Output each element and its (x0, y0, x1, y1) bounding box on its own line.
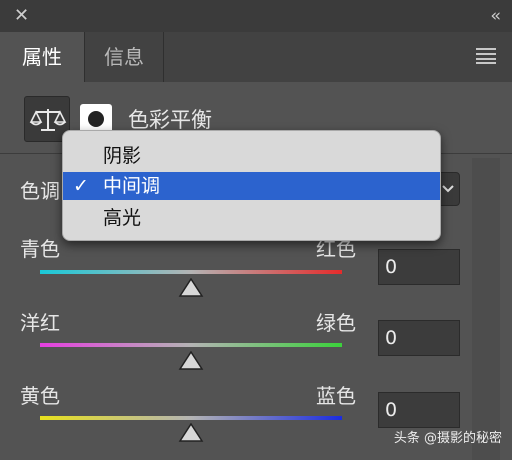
properties-panel: ✕ ‹‹ 属性 信息 色彩平衡 色调 青色 红色 0 洋红 绿色 0 黄色 蓝色… (0, 0, 512, 460)
tab-divider (163, 32, 164, 82)
yellow-blue-gradient (40, 416, 342, 420)
tone-dropdown-menu: 阴影 ✓ 中间调 高光 (62, 130, 441, 241)
dropdown-item-midtones[interactable]: ✓ 中间调 (63, 172, 440, 200)
dropdown-item-shadows[interactable]: 阴影 (63, 142, 440, 170)
scrollbar[interactable] (472, 158, 500, 460)
yellow-blue-slider-thumb[interactable] (178, 423, 204, 443)
magenta-green-slider-thumb[interactable] (178, 351, 204, 371)
panel-menu-icon[interactable] (476, 48, 496, 64)
tab-info[interactable]: 信息 (85, 32, 163, 82)
yellow-blue-value[interactable]: 0 (378, 392, 460, 428)
panel-tabs: 属性 信息 (0, 32, 512, 82)
close-icon[interactable]: ✕ (14, 5, 29, 27)
cyan-red-value[interactable]: 0 (378, 249, 460, 285)
magenta-green-value[interactable]: 0 (378, 320, 460, 356)
magenta-green-gradient (40, 343, 342, 347)
cyan-red-gradient (40, 270, 342, 274)
tone-label: 色调 (20, 179, 60, 203)
dropdown-item-highlights[interactable]: 高光 (63, 204, 440, 232)
tab-properties[interactable]: 属性 (0, 32, 84, 82)
cyan-label: 青色 (20, 237, 60, 261)
collapse-panel-icon[interactable]: ‹‹ (490, 5, 500, 27)
blue-label: 蓝色 (316, 384, 356, 408)
watermark: 头条 @摄影的秘密 (393, 431, 502, 446)
green-label: 绿色 (316, 311, 356, 335)
cyan-red-slider-thumb[interactable] (178, 278, 204, 298)
magenta-label: 洋红 (20, 311, 60, 335)
panel-titlebar: ✕ ‹‹ (0, 0, 512, 32)
yellow-label: 黄色 (20, 384, 60, 408)
checkmark-icon: ✓ (73, 175, 89, 197)
